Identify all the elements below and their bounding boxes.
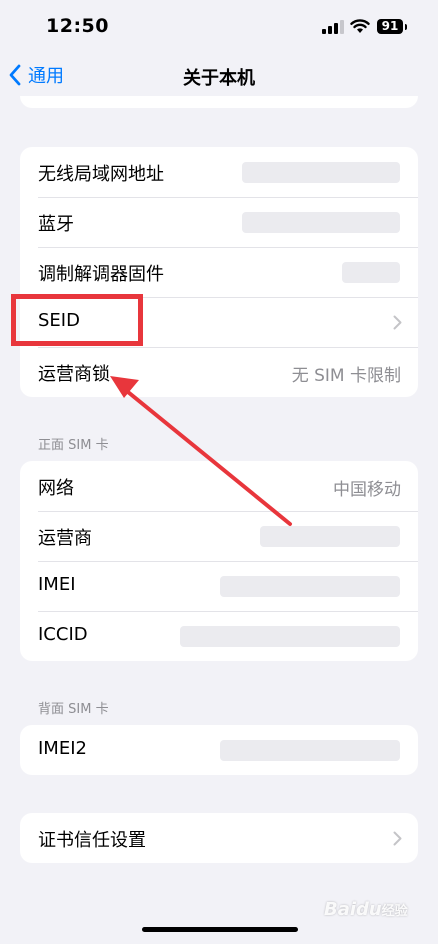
redacted-value bbox=[180, 626, 400, 647]
row-modem-firmware: 调制解调器固件 bbox=[20, 247, 418, 297]
battery-nub bbox=[405, 24, 407, 30]
row-label: 运营商 bbox=[38, 528, 92, 549]
row-iccid: ICCID bbox=[20, 611, 418, 661]
row-label: 网络 bbox=[38, 478, 74, 499]
back-sim-header: 背面 SIM 卡 bbox=[38, 702, 109, 717]
redacted-value bbox=[242, 212, 400, 233]
row-carrier: 运营商 bbox=[20, 511, 418, 561]
redacted-value bbox=[342, 262, 400, 283]
row-label: 调制解调器固件 bbox=[38, 264, 164, 285]
row-imei: IMEI bbox=[20, 561, 418, 611]
watermark-suffix: 经验 bbox=[381, 904, 408, 919]
back-sim-group: IMEI2 bbox=[20, 725, 418, 775]
home-indicator[interactable] bbox=[142, 927, 298, 932]
row-label: ICCID bbox=[38, 624, 88, 645]
row-label: IMEI bbox=[38, 574, 76, 595]
row-network: 网络 中国移动 bbox=[20, 461, 418, 511]
row-bluetooth: 蓝牙 bbox=[20, 197, 418, 247]
row-value: 中国移动 bbox=[333, 480, 401, 500]
row-label: 运营商锁 bbox=[38, 364, 110, 385]
front-sim-header: 正面 SIM 卡 bbox=[38, 438, 109, 453]
row-label: IMEI2 bbox=[38, 738, 87, 759]
watermark-text: Baidu bbox=[324, 899, 382, 920]
redacted-value bbox=[260, 526, 400, 547]
row-imei2: IMEI2 bbox=[20, 725, 418, 775]
previous-group-card bbox=[20, 96, 418, 108]
navigation-bar: 通用 关于本机 bbox=[0, 52, 438, 98]
redacted-value bbox=[220, 576, 400, 597]
certificate-trust-group: 证书信任设置 bbox=[20, 813, 418, 863]
cellular-signal-icon bbox=[322, 20, 344, 34]
baidu-watermark: Baidu经验 bbox=[324, 899, 408, 920]
row-value: 无 SIM 卡限制 bbox=[291, 366, 401, 386]
status-bar: 12:50 91 bbox=[0, 0, 438, 52]
chevron-right-icon bbox=[393, 831, 402, 846]
row-label: 证书信任设置 bbox=[38, 830, 146, 851]
row-label: 蓝牙 bbox=[38, 214, 74, 235]
row-certificate-trust[interactable]: 证书信任设置 bbox=[20, 813, 418, 863]
battery-icon: 91 bbox=[377, 19, 403, 34]
front-sim-group: 网络 中国移动 运营商 IMEI ICCID bbox=[20, 461, 418, 661]
status-time: 12:50 bbox=[46, 15, 109, 37]
page-title: 关于本机 bbox=[183, 68, 255, 89]
redacted-value bbox=[242, 162, 400, 183]
chevron-right-icon bbox=[393, 315, 402, 330]
wifi-icon bbox=[350, 19, 370, 33]
device-info-group: 无线局域网地址 蓝牙 调制解调器固件 SEID 运营商锁 无 SIM 卡限制 bbox=[20, 147, 418, 397]
row-wifi-address: 无线局域网地址 bbox=[20, 147, 418, 197]
row-label: 无线局域网地址 bbox=[38, 164, 164, 185]
redacted-value bbox=[220, 740, 400, 761]
row-carrier-lock: 运营商锁 无 SIM 卡限制 bbox=[20, 347, 418, 397]
annotation-highlight-box bbox=[11, 294, 143, 346]
